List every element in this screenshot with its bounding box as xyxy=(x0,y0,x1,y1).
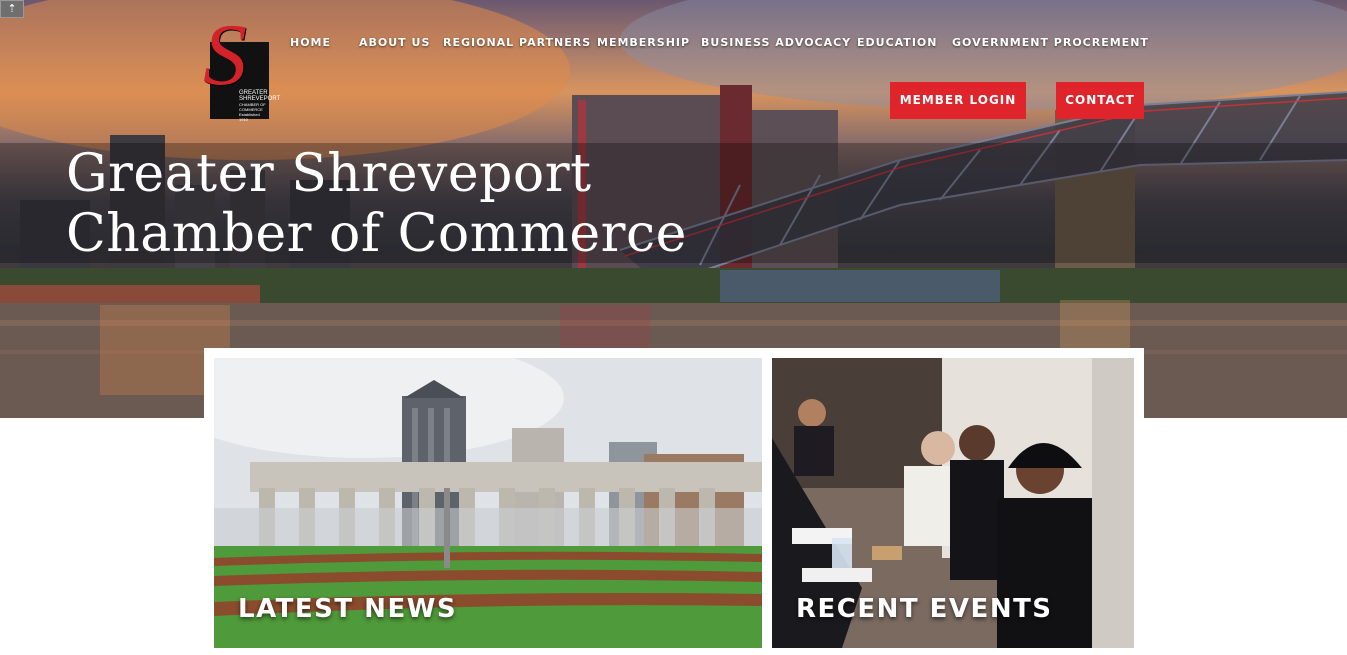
page-title: Greater Shreveport Chamber of Commerce xyxy=(66,144,687,264)
nav-item-education[interactable]: EDUCATION xyxy=(857,36,937,49)
latest-news-label: LATEST NEWS xyxy=(238,594,458,624)
logo-s-mark: S xyxy=(203,7,247,104)
recent-events-label: RECENT EVENTS xyxy=(796,594,1053,624)
nav-item-government-procrement[interactable]: GOVERNMENT PROCREMENT xyxy=(952,36,1149,49)
latest-news-card[interactable]: LATEST NEWS xyxy=(214,358,762,648)
page-title-line-1: Greater Shreveport xyxy=(66,144,592,204)
page-title-line-2: Chamber of Commerce xyxy=(66,204,687,264)
chamber-logo[interactable]: S GREATER SHREVEPORT CHAMBER OF COMMERCE… xyxy=(203,12,280,123)
recent-events-card[interactable]: RECENT EVENTS xyxy=(772,358,1134,648)
member-login-button[interactable]: MEMBER LOGIN xyxy=(890,82,1026,119)
logo-line-5: Established 1910 xyxy=(239,112,260,122)
nav-item-regional-partners[interactable]: REGIONAL PARTNERS xyxy=(443,36,591,49)
upload-arrow-icon[interactable]: ⇡ xyxy=(0,0,24,18)
contact-button[interactable]: CONTACT xyxy=(1056,82,1144,119)
nav-item-home[interactable]: HOME xyxy=(290,36,331,49)
nav-item-business-advocacy[interactable]: BUSINESS ADVOCACY xyxy=(701,36,851,49)
nav-item-membership[interactable]: MEMBERSHIP xyxy=(597,36,690,49)
logo-wordmark: GREATER SHREVEPORT CHAMBER OF COMMERCE E… xyxy=(239,90,280,122)
nav-item-about-us[interactable]: ABOUT US xyxy=(359,36,430,49)
